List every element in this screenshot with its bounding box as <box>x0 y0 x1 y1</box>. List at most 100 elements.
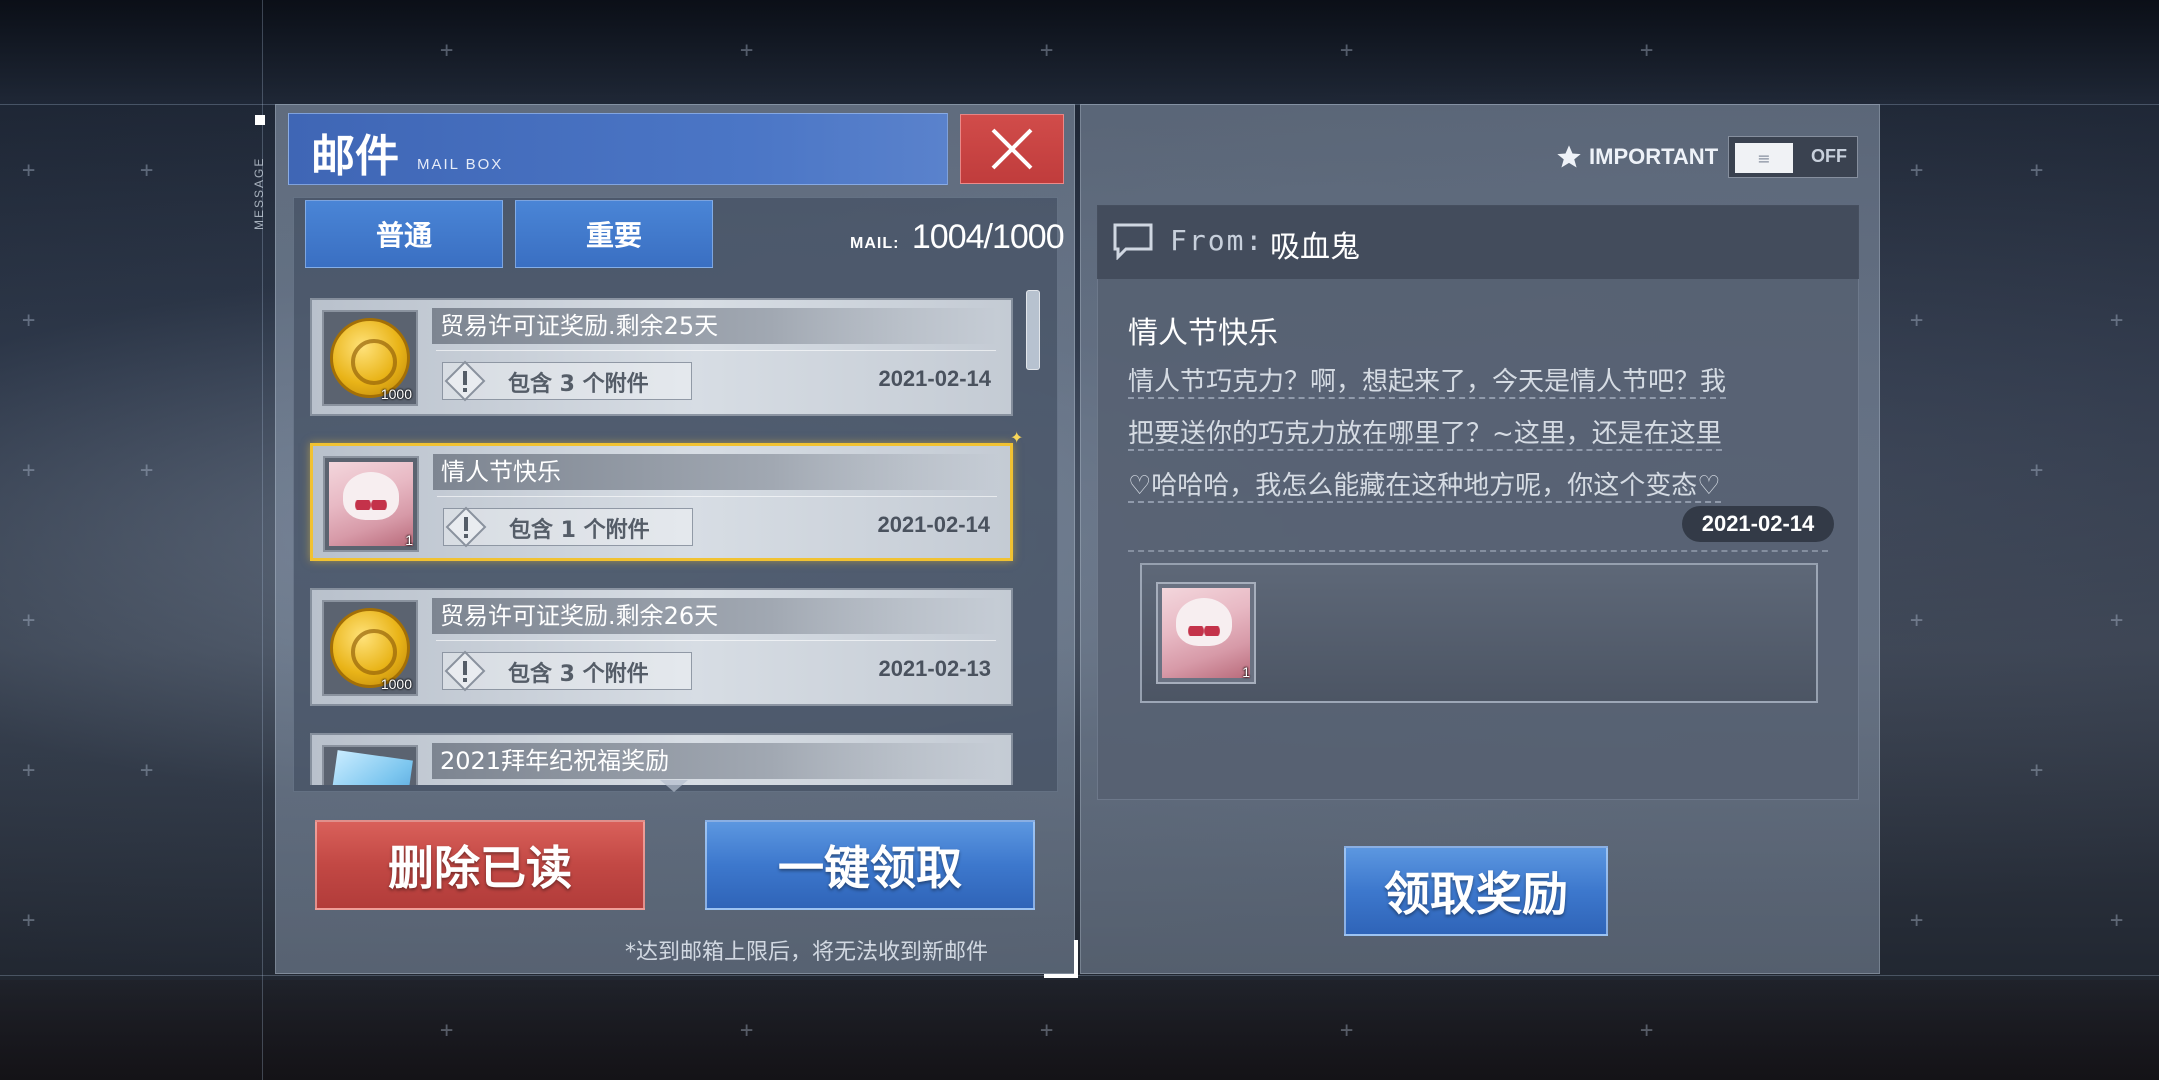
plus-marker: + <box>1910 308 1924 333</box>
plus-marker: + <box>1640 1018 1654 1043</box>
plus-marker: + <box>1040 38 1054 63</box>
toggle-knob: ≡ <box>1735 143 1793 173</box>
plus-marker: + <box>140 458 154 483</box>
plus-marker: + <box>2110 608 2124 633</box>
from-label: From: <box>1170 224 1265 257</box>
mail-date: 2021-02-13 <box>878 656 991 681</box>
dashed-divider <box>1128 550 1828 552</box>
plus-marker: + <box>22 158 36 183</box>
plus-marker: + <box>2110 908 2124 933</box>
claim-all-button[interactable]: 一键领取 <box>705 820 1035 910</box>
ice-cube-icon <box>322 745 418 785</box>
mail-title: 2021拜年纪祝福奖励 <box>432 743 997 779</box>
plus-marker: + <box>440 38 454 63</box>
side-tag: MESSAGE <box>252 156 266 230</box>
character-avatar-icon <box>1162 588 1250 678</box>
plus-marker: + <box>2110 308 2124 333</box>
grid-line <box>0 975 2159 976</box>
message-bubble-icon <box>1113 223 1153 260</box>
exclamation-diamond-icon <box>444 360 486 402</box>
gold-coin-icon: 1000 <box>322 600 418 696</box>
mail-title: 贸易许可证奖励.剩余25天 <box>432 308 997 344</box>
mail-list-item[interactable]: 1000 贸易许可证奖励.剩余26天 包含 3 个附件 2021-02-13 <box>310 588 1013 706</box>
exclamation-diamond-icon <box>444 650 486 692</box>
mail-title: 情人节快乐 <box>433 454 998 490</box>
cube-graphic <box>327 750 413 785</box>
claim-reward-button[interactable]: 领取奖励 <box>1344 846 1608 936</box>
star-icon <box>1557 145 1581 168</box>
body-line: ♡哈哈哈，我怎么能藏在这种地方呢，你这个变态♡ <box>1128 471 1721 503</box>
plus-marker: + <box>2030 758 2044 783</box>
mail-date: 2021-02-14 <box>878 366 991 391</box>
toggle-state: OFF <box>1811 146 1847 166</box>
scroll-down-indicator <box>660 780 688 792</box>
important-label: IMPORTANT <box>1555 143 1718 171</box>
plus-marker: + <box>1910 908 1924 933</box>
plus-marker: + <box>1040 1018 1054 1043</box>
plus-marker: + <box>1340 1018 1354 1043</box>
divider <box>437 496 997 497</box>
plus-marker: + <box>22 458 36 483</box>
mail-detail-date: 2021-02-14 <box>1682 506 1834 542</box>
item-quantity: 1 <box>1242 664 1250 680</box>
item-quantity: 1000 <box>380 676 412 692</box>
plus-marker: + <box>440 1018 454 1043</box>
plus-marker: + <box>22 758 36 783</box>
plus-marker: + <box>22 908 36 933</box>
character-avatar-icon: 1 <box>323 456 419 552</box>
mail-list-scrollbar[interactable] <box>1026 290 1040 370</box>
plus-marker: + <box>2030 458 2044 483</box>
plus-marker: + <box>1910 608 1924 633</box>
mail-list-item[interactable]: 2021拜年纪祝福奖励 <box>310 733 1013 785</box>
plus-marker: + <box>22 608 36 633</box>
close-button[interactable] <box>960 114 1064 184</box>
mail-title: 贸易许可证奖励.剩余26天 <box>432 598 997 634</box>
mail-count-label: MAIL: <box>850 235 900 252</box>
important-text: IMPORTANT <box>1589 144 1719 169</box>
plus-marker: + <box>140 158 154 183</box>
attachment-count: 包含 1 个附件 <box>509 518 650 543</box>
plus-marker: + <box>140 758 154 783</box>
exclamation-diamond-icon <box>445 506 487 548</box>
mail-detail-body: 情人节巧克力？啊，想起来了，今天是情人节吧？我 把要送你的巧克力放在哪里了？~这… <box>1128 356 1823 512</box>
attachment-count: 包含 3 个附件 <box>508 662 649 687</box>
corner-bracket <box>1044 940 1078 978</box>
gold-coin-icon: 1000 <box>322 310 418 406</box>
attachment-item[interactable]: 1 <box>1156 582 1256 684</box>
background-bottom-strip <box>0 980 2159 1080</box>
important-toggle[interactable]: ≡ OFF <box>1728 136 1858 178</box>
plus-marker: + <box>2030 158 2044 183</box>
sender-name: 吸血鬼 <box>1270 230 1360 265</box>
tab-important[interactable]: 重要 <box>515 200 713 268</box>
mail-date: 2021-02-14 <box>877 512 990 537</box>
mail-list-item-selected[interactable]: 1 情人节快乐 包含 1 个附件 2021-02-14 <box>310 443 1013 561</box>
attachment-count: 包含 3 个附件 <box>508 372 649 397</box>
item-quantity: 1000 <box>380 386 412 402</box>
mail-count: MAIL: 1004/1000 <box>850 218 1065 257</box>
mail-count-value: 1004/1000 <box>911 218 1065 256</box>
mailbox-title: 邮件 <box>311 131 399 182</box>
body-line: 情人节巧克力？啊，想起来了，今天是情人节吧？我 <box>1128 367 1727 399</box>
plus-marker: + <box>1640 38 1654 63</box>
item-quantity: 1 <box>405 532 413 548</box>
delete-read-button[interactable]: 删除已读 <box>315 820 645 910</box>
background-top-strip <box>0 0 2159 100</box>
plus-marker: + <box>22 308 36 333</box>
close-icon <box>991 128 1033 170</box>
side-tag-dot <box>255 115 265 125</box>
avatar <box>329 462 413 546</box>
mailbox-subtitle: MAIL BOX <box>417 156 504 173</box>
divider <box>436 350 996 351</box>
plus-marker: + <box>1910 158 1924 183</box>
tab-normal[interactable]: 普通 <box>305 200 503 268</box>
body-line: 把要送你的巧克力放在哪里了？~这里，还是在这里 <box>1128 419 1722 451</box>
plus-marker: + <box>740 1018 754 1043</box>
divider <box>436 640 996 641</box>
mailbox-limit-note: *达到邮箱上限后，将无法收到新邮件 <box>625 940 989 965</box>
mail-detail-title: 情人节快乐 <box>1128 316 1278 351</box>
plus-marker: + <box>740 38 754 63</box>
plus-marker: + <box>1340 38 1354 63</box>
mailbox-title-bar: 邮件 MAIL BOX <box>288 113 948 185</box>
sparkle-icon: ✦ <box>1010 428 1024 447</box>
mail-list-item[interactable]: 1000 贸易许可证奖励.剩余25天 包含 3 个附件 2021-02-14 <box>310 298 1013 416</box>
